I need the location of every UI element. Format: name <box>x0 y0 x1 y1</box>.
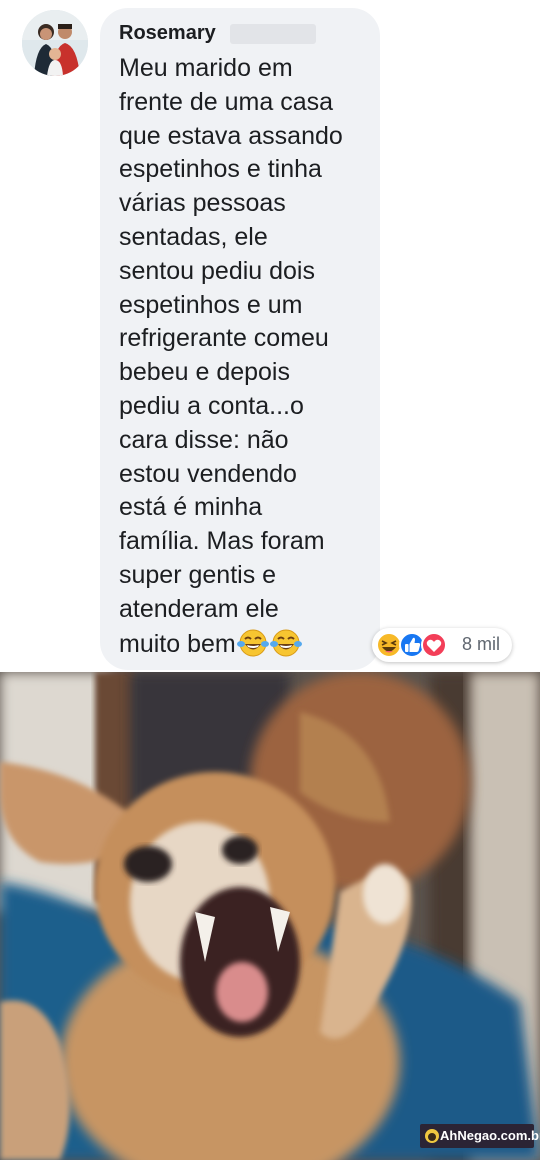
comment-line: sentadas, ele <box>119 222 268 251</box>
comment-line: Meu marido em <box>119 54 293 82</box>
reaction-photo <box>0 672 540 1160</box>
comment-line: super gentis e <box>119 560 277 589</box>
tears-of-joy-icon <box>236 628 269 658</box>
love-reaction-icon <box>421 632 447 658</box>
comment-author[interactable]: Rosemary <box>119 22 216 45</box>
comment-line: bebeu e depois <box>119 358 290 387</box>
comment-line: estou vendendo <box>119 459 297 488</box>
watermark-logo-icon <box>425 1129 439 1143</box>
reaction-icons <box>376 632 447 658</box>
comment-text: Meu marido em frente de uma casa que est… <box>119 52 343 627</box>
redacted-surname <box>230 24 316 44</box>
comment-line: família. Mas foram <box>119 527 325 556</box>
like-reaction-icon <box>399 632 425 658</box>
avatar[interactable] <box>22 10 88 76</box>
comment-line: refrigerante comeu <box>119 324 329 353</box>
comment-last-line: muito bem <box>119 628 302 661</box>
tears-of-joy-icon <box>269 628 302 658</box>
comment-line: sentou pediu dois <box>119 256 315 285</box>
profile-photo <box>22 10 88 76</box>
comment-line: que estava assando <box>119 121 343 150</box>
reaction-count[interactable]: 8 mil <box>462 634 500 655</box>
watermark-text: AhNegao.com.br <box>440 1128 540 1143</box>
comment-line: cara disse: não <box>119 425 289 454</box>
comment-line: frente de uma casa <box>119 87 334 116</box>
comment-line: espetinhos e um <box>119 290 303 319</box>
comment-line: está é minha <box>119 493 263 522</box>
comment-line: muito bem <box>119 630 236 658</box>
comment-line: várias pessoas <box>119 189 286 218</box>
comment-line: atenderam ele <box>119 594 279 623</box>
comment-line: espetinhos e tinha <box>119 155 322 184</box>
dog-photo <box>0 672 540 1160</box>
comment-line: pediu a conta...o <box>119 391 304 420</box>
haha-reaction-icon <box>376 632 402 658</box>
